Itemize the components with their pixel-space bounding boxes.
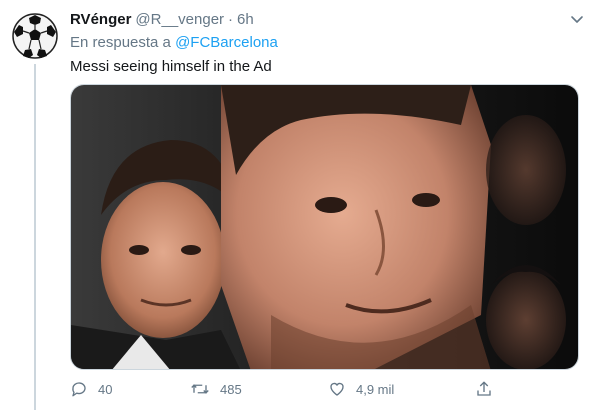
reply-count: 40 [98, 381, 113, 397]
share-icon [477, 381, 491, 396]
meme-photo [71, 85, 578, 369]
thread-line [34, 64, 36, 410]
avatar[interactable] [11, 12, 59, 60]
reply-icon [72, 382, 86, 397]
tweet-text: Messi seeing himself in the Ad [70, 58, 272, 75]
chevron-down-icon[interactable] [569, 12, 585, 28]
tweet-media-image[interactable] [70, 84, 579, 370]
reply-prefix: En respuesta a [70, 34, 171, 51]
retweet-button[interactable]: 485 [190, 377, 242, 401]
like-button[interactable]: 4,9 mil [328, 377, 394, 401]
retweet-icon [191, 384, 209, 394]
tweet-actions: 40 485 4,9 mil [70, 377, 510, 401]
retweet-count: 485 [220, 381, 242, 397]
reply-button[interactable]: 40 [70, 377, 112, 401]
author-display-name[interactable]: RVénger [70, 10, 131, 30]
heart-icon [330, 382, 344, 396]
tweet-card[interactable]: RVénger @R__venger · 6h En respuesta a @… [0, 0, 601, 410]
reply-context: En respuesta a @FCBarcelona [70, 33, 585, 53]
header-separator: · [228, 11, 234, 28]
tweet-header: RVénger @R__venger · 6h [70, 10, 585, 30]
reply-mention-link[interactable]: @FCBarcelona [175, 34, 278, 51]
soccer-ball-avatar-icon [11, 12, 59, 60]
tweet-content: RVénger @R__venger · 6h En respuesta a @… [70, 10, 585, 77]
like-count: 4,9 mil [356, 381, 395, 397]
tweet-timestamp[interactable]: 6h [237, 10, 254, 30]
share-button[interactable] [475, 377, 503, 401]
author-handle[interactable]: @R__venger [135, 10, 224, 30]
